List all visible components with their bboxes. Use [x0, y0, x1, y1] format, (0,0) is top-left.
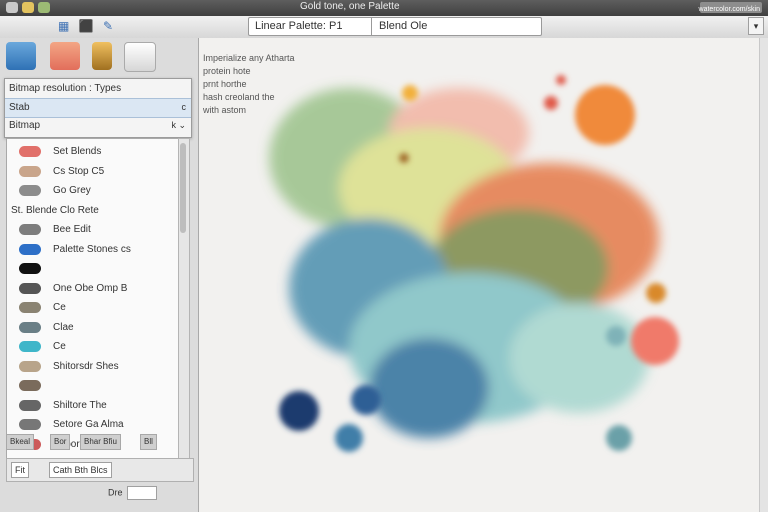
canvas-area[interactable]: watercolor.com/skin Imperialize any Atha…: [199, 6, 768, 512]
list-item[interactable]: Setore Ga Alma: [7, 416, 179, 434]
swatch-icon: [19, 146, 41, 157]
list-item[interactable]: Shitorsdr Shes: [7, 358, 179, 376]
list-item-label: Shiltore The: [53, 399, 107, 411]
zoom-control: Dre: [108, 486, 157, 500]
list-item[interactable]: Palette Stones cs: [7, 241, 179, 259]
zoom-input[interactable]: [126, 486, 157, 500]
swatch-list-scrollbar[interactable]: [178, 138, 190, 468]
swatch-icon: [19, 302, 41, 313]
list-item[interactable]: Bee Edit: [7, 221, 179, 239]
swatch-icon: [19, 380, 41, 391]
document-name: Linear Palette: P1: [255, 20, 343, 32]
panel-bottom-tabs: Bkeal Bor Bhar Bfiu Bll: [6, 434, 192, 450]
swatch-icon: [19, 243, 41, 255]
panel-tab-strip: [6, 42, 156, 74]
toolbar-menu-button[interactable]: ▾: [748, 17, 764, 35]
title-bar: Gold tone, one Palette: [0, 0, 768, 16]
list-item-label: Shitorsdr Shes: [53, 360, 119, 372]
watercolor-artwork: [269, 75, 679, 452]
list-item-label: Ce: [53, 341, 66, 352]
blend-field[interactable]: Cath Bth Blcs: [49, 462, 112, 478]
list-item-label: Setore Ga Alma: [53, 419, 124, 430]
bottom-tab[interactable]: Bll: [140, 434, 157, 450]
swatch-icon: [19, 360, 41, 372]
scrollbar-thumb[interactable]: [180, 143, 186, 233]
swatch-icon: [19, 263, 41, 274]
list-item[interactable]: [7, 260, 179, 278]
toolbar-tool-icons[interactable]: ▦ ⬛ ✎: [58, 19, 116, 33]
list-item-label: Bee Edit: [53, 224, 91, 235]
list-item[interactable]: One Obe Omp B: [7, 280, 179, 298]
dropdown-option[interactable]: Bitmap resolution : Types: [5, 80, 191, 98]
zoom-label: Dre: [108, 487, 123, 498]
window-close-icon[interactable]: [6, 2, 18, 13]
list-item-label: Palette Stones cs: [53, 243, 131, 255]
canvas-scrollbar[interactable]: [759, 38, 768, 512]
dropdown-caret: k ⌄: [171, 120, 186, 130]
panel-tab-paper-icon[interactable]: [124, 42, 156, 72]
list-item-label: Ce: [53, 302, 66, 313]
list-item-label: Clae: [53, 321, 74, 333]
list-item[interactable]: Ce: [7, 338, 179, 356]
list-item[interactable]: Set Blends: [7, 143, 179, 161]
swatch-list: Set Blends Cs Stop C5 Go Grey St. Blende Cl…: [6, 138, 180, 468]
list-item[interactable]: Go Grey: [7, 182, 179, 200]
dropdown-caret: c: [181, 102, 187, 112]
dropdown-option[interactable]: Bitmap k ⌄: [5, 117, 191, 135]
swatch-icon: [19, 165, 41, 177]
panel-tab-brushes-icon[interactable]: [6, 42, 36, 70]
swatch-icon: [19, 224, 41, 235]
swatch-icon: [19, 341, 41, 352]
list-item[interactable]: Ce: [7, 299, 179, 317]
toolbar: ▦ ⬛ ✎ Linear Palette: P1 Blend Ole ▾: [0, 16, 768, 39]
list-item[interactable]: Cs Stop C5: [7, 163, 179, 181]
list-item-label: Set Blends: [53, 146, 102, 157]
list-item-label: Go Grey: [53, 185, 91, 196]
document-field[interactable]: Linear Palette: P1 Blend Ole: [248, 17, 542, 36]
window-minimize-icon[interactable]: [22, 2, 34, 13]
window-title: Gold tone, one Palette: [300, 1, 400, 12]
list-item-label: St. Blende Clo Rete: [11, 204, 99, 216]
palette-dropdown[interactable]: Bitmap resolution : Types Stab c Bitmap …: [4, 78, 192, 138]
swatch-icon: [19, 419, 41, 430]
palette-panel: Bitmap resolution : Types Stab c Bitmap …: [0, 38, 199, 512]
panel-tab-colors-icon[interactable]: [50, 42, 80, 70]
dropdown-option-selected[interactable]: Stab c: [5, 98, 191, 118]
list-item[interactable]: St. Blende Clo Rete: [7, 202, 179, 220]
fit-field[interactable]: Fit: [11, 462, 29, 478]
swatch-icon: [19, 282, 41, 294]
list-item-label: One Obe Omp B: [53, 282, 128, 294]
bottom-tab[interactable]: Bor: [50, 434, 71, 450]
panel-bottom-bar: Fit Cath Bth Blcs: [6, 458, 194, 482]
document-field-divider: [371, 18, 372, 35]
swatch-icon: [19, 185, 41, 196]
window-zoom-icon[interactable]: [38, 2, 50, 13]
blend-mode-label[interactable]: Blend Ole: [379, 20, 427, 32]
list-item[interactable]: [7, 377, 179, 395]
swatch-icon: [19, 399, 41, 411]
list-item[interactable]: Clae: [7, 319, 179, 337]
title-corner-text: watercolor.com/skin: [698, 6, 760, 13]
bottom-tab[interactable]: Bkeal: [6, 434, 35, 450]
bottom-tab[interactable]: Bhar Bfiu: [80, 434, 121, 450]
swatch-icon: [19, 321, 41, 333]
list-item[interactable]: Shiltore The: [7, 397, 179, 415]
panel-tab-jar-icon[interactable]: [92, 42, 112, 70]
list-item-label: Cs Stop C5: [53, 165, 105, 177]
